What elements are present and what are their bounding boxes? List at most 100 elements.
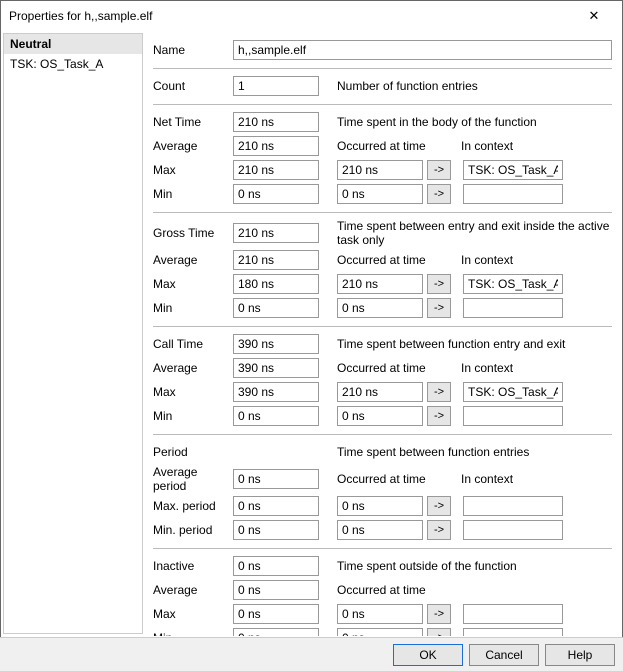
- period-max-goto-button[interactable]: ->: [427, 496, 451, 516]
- nettime-max-occ-field[interactable]: [337, 160, 423, 180]
- inactive-min-label: Min: [153, 631, 233, 636]
- inactive-min-goto-button[interactable]: ->: [427, 628, 451, 636]
- inactive-min-ctx-field[interactable]: [463, 628, 563, 636]
- calltime-min-field[interactable]: [233, 406, 319, 426]
- grosstime-ctx-label: In context: [461, 253, 581, 267]
- calltime-min-label: Min: [153, 409, 233, 423]
- calltime-avg-field[interactable]: [233, 358, 319, 378]
- name-field[interactable]: [233, 40, 612, 60]
- nettime-label: Net Time: [153, 115, 233, 129]
- period-desc: Time spent between function entries: [337, 445, 612, 459]
- nettime-min-occ-field[interactable]: [337, 184, 423, 204]
- nettime-min-field[interactable]: [233, 184, 319, 204]
- calltime-desc: Time spent between function entry and ex…: [337, 337, 612, 351]
- calltime-min-goto-button[interactable]: ->: [427, 406, 451, 426]
- period-max-label: Max. period: [153, 499, 233, 513]
- period-avg-field[interactable]: [233, 469, 319, 489]
- inactive-max-label: Max: [153, 607, 233, 621]
- nettime-avg-field[interactable]: [233, 136, 319, 156]
- name-label: Name: [153, 43, 233, 57]
- period-min-label: Min. period: [153, 523, 233, 537]
- period-min-ctx-field[interactable]: [463, 520, 563, 540]
- grosstime-max-occ-field[interactable]: [337, 274, 423, 294]
- grosstime-field[interactable]: [233, 223, 319, 243]
- grosstime-max-goto-button[interactable]: ->: [427, 274, 451, 294]
- calltime-avg-label: Average: [153, 361, 233, 375]
- inactive-avg-label: Average: [153, 583, 233, 597]
- grosstime-max-ctx-field[interactable]: [463, 274, 563, 294]
- nettime-occ-label: Occurred at time: [337, 139, 461, 153]
- grosstime-occ-label: Occurred at time: [337, 253, 461, 267]
- nettime-avg-label: Average: [153, 139, 233, 153]
- inactive-avg-field[interactable]: [233, 580, 319, 600]
- calltime-ctx-label: In context: [461, 361, 581, 375]
- period-max-ctx-field[interactable]: [463, 496, 563, 516]
- titlebar: Properties for h,,sample.elf ✕: [1, 1, 622, 31]
- grosstime-min-field[interactable]: [233, 298, 319, 318]
- inactive-occ-label: Occurred at time: [337, 583, 461, 597]
- calltime-field[interactable]: [233, 334, 319, 354]
- inactive-min-field[interactable]: [233, 628, 319, 636]
- calltime-max-ctx-field[interactable]: [463, 382, 563, 402]
- nettime-max-goto-button[interactable]: ->: [427, 160, 451, 180]
- nettime-min-label: Min: [153, 187, 233, 201]
- period-max-occ-field[interactable]: [337, 496, 423, 516]
- period-min-occ-field[interactable]: [337, 520, 423, 540]
- inactive-min-occ-field[interactable]: [337, 628, 423, 636]
- inactive-field[interactable]: [233, 556, 319, 576]
- sidebar-item-neutral[interactable]: Neutral: [4, 34, 142, 54]
- inactive-label: Inactive: [153, 559, 233, 573]
- close-icon[interactable]: ✕: [574, 1, 614, 31]
- sidebar-item-label: Neutral: [10, 37, 51, 51]
- nettime-ctx-label: In context: [461, 139, 581, 153]
- calltime-occ-label: Occurred at time: [337, 361, 461, 375]
- sidebar-item-task-a[interactable]: TSK: OS_Task_A: [4, 54, 142, 74]
- period-ctx-label: In context: [461, 472, 581, 486]
- period-min-field[interactable]: [233, 520, 319, 540]
- calltime-max-occ-field[interactable]: [337, 382, 423, 402]
- grosstime-min-goto-button[interactable]: ->: [427, 298, 451, 318]
- calltime-max-goto-button[interactable]: ->: [427, 382, 451, 402]
- grosstime-min-label: Min: [153, 301, 233, 315]
- calltime-min-ctx-field[interactable]: [463, 406, 563, 426]
- main-panel: Name Count Number of function entries Ne…: [143, 31, 622, 636]
- footer: OK Cancel Help: [0, 637, 623, 671]
- ok-button[interactable]: OK: [393, 644, 463, 666]
- window-title: Properties for h,,sample.elf: [9, 1, 152, 31]
- sidebar: Neutral TSK: OS_Task_A: [3, 33, 143, 634]
- nettime-min-ctx-field[interactable]: [463, 184, 563, 204]
- grosstime-avg-label: Average: [153, 253, 233, 267]
- sidebar-item-label: TSK: OS_Task_A: [10, 57, 103, 71]
- calltime-max-label: Max: [153, 385, 233, 399]
- nettime-min-goto-button[interactable]: ->: [427, 184, 451, 204]
- grosstime-min-occ-field[interactable]: [337, 298, 423, 318]
- inactive-max-goto-button[interactable]: ->: [427, 604, 451, 624]
- nettime-max-ctx-field[interactable]: [463, 160, 563, 180]
- grosstime-avg-field[interactable]: [233, 250, 319, 270]
- help-button[interactable]: Help: [545, 644, 615, 666]
- grosstime-max-field[interactable]: [233, 274, 319, 294]
- inactive-max-occ-field[interactable]: [337, 604, 423, 624]
- count-field[interactable]: [233, 76, 319, 96]
- grosstime-desc: Time spent between entry and exit inside…: [337, 219, 612, 247]
- period-min-goto-button[interactable]: ->: [427, 520, 451, 540]
- count-label: Count: [153, 79, 233, 93]
- inactive-max-field[interactable]: [233, 604, 319, 624]
- inactive-desc: Time spent outside of the function: [337, 559, 612, 573]
- period-occ-label: Occurred at time: [337, 472, 461, 486]
- nettime-max-label: Max: [153, 163, 233, 177]
- grosstime-max-label: Max: [153, 277, 233, 291]
- content: Neutral TSK: OS_Task_A Name Count Number…: [1, 31, 622, 636]
- calltime-min-occ-field[interactable]: [337, 406, 423, 426]
- nettime-field[interactable]: [233, 112, 319, 132]
- inactive-max-ctx-field[interactable]: [463, 604, 563, 624]
- grosstime-min-ctx-field[interactable]: [463, 298, 563, 318]
- grosstime-label: Gross Time: [153, 226, 233, 240]
- period-max-field[interactable]: [233, 496, 319, 516]
- calltime-max-field[interactable]: [233, 382, 319, 402]
- period-label: Period: [153, 445, 233, 459]
- cancel-button[interactable]: Cancel: [469, 644, 539, 666]
- count-desc: Number of function entries: [337, 79, 612, 93]
- nettime-max-field[interactable]: [233, 160, 319, 180]
- period-avg-label: Average period: [153, 465, 233, 493]
